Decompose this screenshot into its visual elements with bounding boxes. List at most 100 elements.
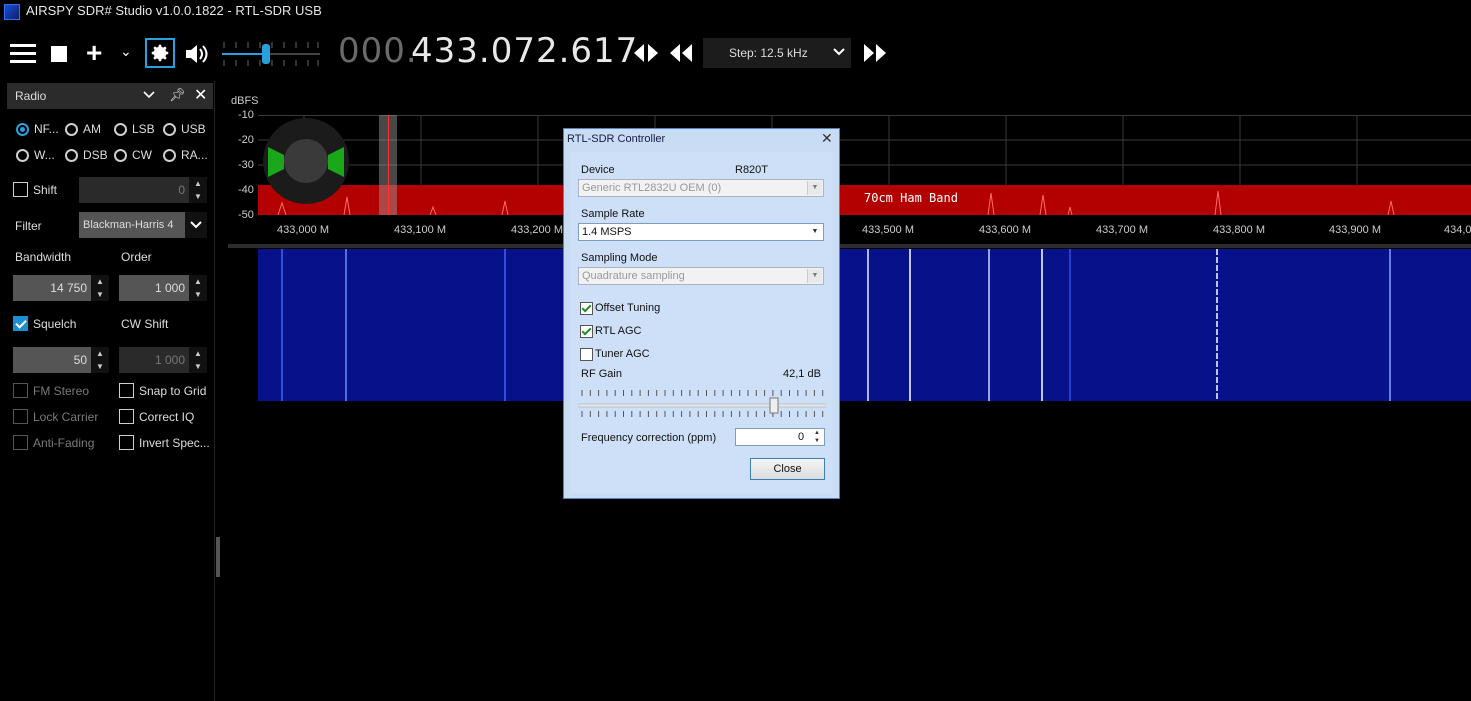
stop-icon[interactable]: [51, 46, 67, 62]
correct-iq-label: Correct IQ: [139, 410, 195, 424]
filter-label: Filter: [15, 219, 42, 233]
y-tick: -30: [238, 159, 254, 171]
fast-forward-icon[interactable]: [862, 42, 888, 69]
chevron-down-icon[interactable]: [833, 45, 845, 64]
chevron-down-icon[interactable]: ▼: [808, 225, 822, 239]
chevron-down-icon[interactable]: ▼: [807, 269, 822, 283]
stepper-arrows[interactable]: ▲ ▼: [91, 347, 109, 373]
chevron-down-icon[interactable]: ⌄: [120, 43, 132, 60]
pin-icon[interactable]: 📌︎: [169, 87, 186, 103]
x-tick: 433,900 M: [1329, 224, 1381, 236]
waterfall-display[interactable]: [258, 249, 1471, 401]
band-label: 70cm Ham Band: [864, 191, 958, 205]
chevron-down-icon[interactable]: [143, 88, 155, 106]
window-title: AIRSPY SDR# Studio v1.0.0.1822 - RTL-SDR…: [26, 3, 322, 18]
sampling-mode-select[interactable]: Quadrature sampling ▼: [578, 267, 824, 285]
volume-slider[interactable]: [222, 38, 320, 70]
x-tick: 433,500 M: [862, 224, 914, 236]
tune-left-right-icon[interactable]: [632, 42, 660, 69]
cw-shift-label: CW Shift: [121, 317, 169, 331]
mode-radio-nfm[interactable]: [16, 123, 29, 136]
spectrum-waterfall-splitter[interactable]: [228, 244, 1471, 248]
shift-stepper[interactable]: 0 ▲ ▼: [79, 177, 207, 203]
offset-tuning-checkbox[interactable]: [580, 302, 593, 315]
squelch-stepper[interactable]: 50 ▲ ▼: [13, 347, 109, 373]
add-icon[interactable]: +: [86, 38, 102, 68]
dialog-title: RTL-SDR Controller: [567, 133, 666, 145]
order-value: 1 000: [154, 281, 185, 295]
mode-label: DSB: [83, 148, 108, 162]
sampling-mode-value: Quadrature sampling: [582, 270, 685, 282]
ppm-label: Frequency correction (ppm): [581, 432, 717, 444]
tuner-agc-label: Tuner AGC: [595, 348, 650, 360]
offset-tuning-label: Offset Tuning: [595, 302, 661, 314]
s-meter-dial: [262, 117, 350, 205]
mode-radio-raw[interactable]: [163, 149, 176, 162]
app-icon: [4, 4, 20, 20]
y-tick: -40: [238, 184, 254, 196]
mode-radio-cw[interactable]: [114, 149, 127, 162]
sampling-mode-label: Sampling Mode: [581, 252, 658, 264]
bandwidth-stepper[interactable]: 14 750 ▲ ▼: [13, 275, 109, 301]
y-tick: -20: [238, 134, 254, 146]
mode-radio-lsb[interactable]: [114, 123, 127, 136]
close-icon[interactable]: ✕: [821, 130, 833, 147]
device-select[interactable]: Generic RTL2832U OEM (0) ▼: [578, 179, 824, 197]
shift-checkbox[interactable]: [13, 182, 28, 197]
mode-radio-wfm[interactable]: [16, 149, 29, 162]
close-button[interactable]: Close: [750, 458, 825, 480]
stepper-arrows[interactable]: ▲ ▼: [189, 177, 207, 203]
mode-label: NF...: [34, 122, 59, 136]
rf-gain-slider[interactable]: [577, 384, 827, 422]
tuner-agc-checkbox[interactable]: [580, 348, 593, 361]
frequency-prefix[interactable]: 000.: [338, 31, 418, 71]
stepper-arrows[interactable]: ▲ ▼: [189, 347, 207, 373]
correct-iq-checkbox[interactable]: [119, 409, 134, 424]
lock-carrier-checkbox[interactable]: [13, 409, 28, 424]
device-label: Device: [581, 164, 615, 176]
order-stepper[interactable]: 1 000 ▲ ▼: [119, 275, 207, 301]
mode-label: USB: [181, 122, 206, 136]
panel-splitter[interactable]: [216, 537, 220, 577]
x-tick: 434,0: [1444, 224, 1471, 236]
rewind-icon[interactable]: [668, 42, 694, 69]
squelch-value: 50: [73, 353, 87, 367]
invert-spectrum-label: Invert Spec...: [139, 436, 210, 450]
filter-value: Blackman-Harris 4: [83, 219, 174, 231]
invert-spectrum-checkbox[interactable]: [119, 435, 134, 450]
squelch-checkbox[interactable]: [13, 316, 28, 331]
stepper-arrows[interactable]: ▲ ▼: [189, 275, 207, 301]
speaker-icon[interactable]: [184, 42, 210, 71]
vfo-center-line: [388, 115, 389, 215]
gear-icon[interactable]: [145, 38, 175, 68]
x-tick: 433,100 M: [394, 224, 446, 236]
squelch-label: Squelch: [33, 317, 77, 331]
panel-title: Radio: [15, 89, 47, 103]
mode-radio-dsb[interactable]: [65, 149, 78, 162]
fm-stereo-label: FM Stereo: [33, 384, 90, 398]
chevron-down-icon[interactable]: ▼: [807, 181, 822, 195]
sample-rate-label: Sample Rate: [581, 208, 645, 220]
mode-radio-usb[interactable]: [163, 123, 176, 136]
y-tick: -50: [238, 209, 254, 221]
menu-icon[interactable]: [10, 44, 36, 64]
snap-to-grid-checkbox[interactable]: [119, 383, 134, 398]
tuner-label: R820T: [735, 164, 769, 176]
anti-fading-label: Anti-Fading: [33, 436, 95, 450]
cw-shift-stepper[interactable]: 1 000 ▲ ▼: [119, 347, 207, 373]
order-label: Order: [121, 250, 152, 264]
sample-rate-select[interactable]: 1.4 MSPS ▼: [578, 223, 824, 241]
bandwidth-label: Bandwidth: [15, 250, 72, 264]
anti-fading-checkbox[interactable]: [13, 435, 28, 450]
stepper-arrows[interactable]: ▲ ▼: [811, 429, 823, 445]
rtl-agc-checkbox[interactable]: [580, 325, 593, 338]
fm-stereo-checkbox[interactable]: [13, 383, 28, 398]
x-tick: 433,200 M: [511, 224, 563, 236]
chevron-down-icon[interactable]: [185, 212, 207, 238]
mode-radio-am[interactable]: [65, 123, 78, 136]
frequency-display[interactable]: 433.072.617: [411, 31, 638, 71]
x-tick: 433,800 M: [1213, 224, 1265, 236]
close-icon[interactable]: ✕: [194, 85, 207, 105]
stepper-arrows[interactable]: ▲ ▼: [91, 275, 109, 301]
rtl-agc-label: RTL AGC: [595, 325, 642, 337]
